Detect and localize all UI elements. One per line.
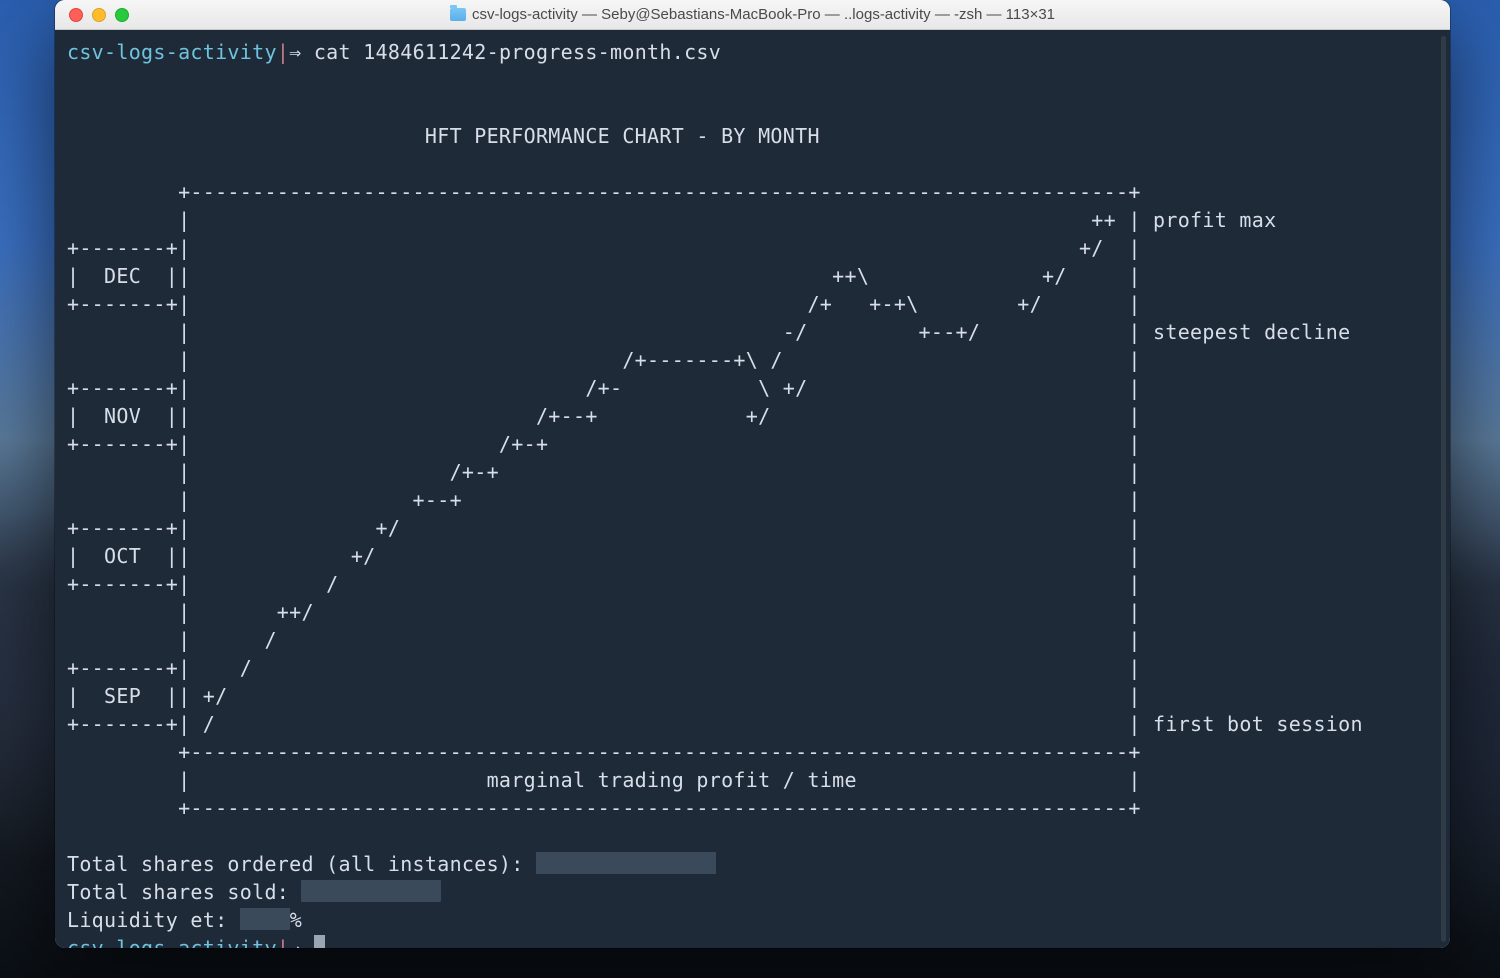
zoom-button[interactable] [115, 8, 129, 22]
prompt-arrow: ⇒ [289, 40, 301, 64]
ascii-chart: HFT PERFORMANCE CHART - BY MONTH +------… [67, 124, 1363, 820]
command-text: cat 1484611242-progress-month.csv [314, 40, 721, 64]
terminal-window: csv-logs-activity — Seby@Sebastians-MacB… [55, 0, 1450, 948]
prompt-arrow: ⇒ [289, 936, 301, 948]
window-title-text: csv-logs-activity — Seby@Sebastians-MacB… [472, 6, 1055, 23]
minimize-button[interactable] [92, 8, 106, 22]
stat-shares-sold-label: Total shares sold: [67, 880, 301, 904]
window-controls [69, 8, 129, 22]
prompt-dir: csv-logs-activity [67, 40, 277, 64]
redacted-value [301, 880, 441, 902]
stat-shares-ordered-label: Total shares ordered (all instances): [67, 852, 536, 876]
prompt-separator: | [277, 40, 289, 64]
stat-liquidity-suffix: % [290, 908, 302, 932]
terminal-body[interactable]: csv-logs-activity|⇒ cat 1484611242-progr… [55, 30, 1450, 948]
stat-liquidity-label: Liquidity et: [67, 908, 240, 932]
window-title: csv-logs-activity — Seby@Sebastians-MacB… [55, 6, 1450, 23]
window-titlebar[interactable]: csv-logs-activity — Seby@Sebastians-MacB… [55, 0, 1450, 30]
prompt-separator: | [277, 936, 289, 948]
redacted-value [240, 908, 290, 930]
folder-icon [450, 8, 466, 21]
cursor [314, 935, 325, 948]
close-button[interactable] [69, 8, 83, 22]
prompt-dir: csv-logs-activity [67, 936, 277, 948]
redacted-value [536, 852, 716, 874]
